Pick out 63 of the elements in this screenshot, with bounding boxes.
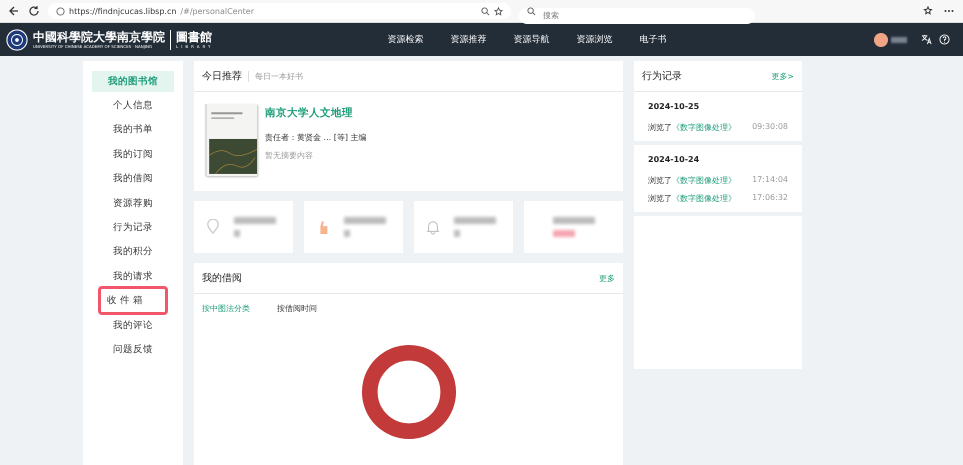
activity-time: 17:14:04 [752,175,788,186]
blurred-text [454,230,460,237]
sidebar-item[interactable]: 个人信息 [92,95,174,116]
avatar[interactable] [874,32,888,46]
emblem-icon [6,28,28,50]
address-bar[interactable]: https://findnjcucas.libsp.cn /#/personalCenter [48,3,511,19]
translate-icon[interactable] [921,34,932,45]
book-author: 责任者：黄贤金 ... [等] 主编 [265,132,366,143]
blurred-text [344,217,386,224]
favorites-icon[interactable] [923,5,935,17]
nav-link[interactable]: 资源检索 [387,33,424,46]
logo-title: 中國科學院大學南京學院 [33,30,165,42]
card-title: 行为记录 [642,70,682,83]
blurred-text [234,230,240,237]
activity-text: 浏览了《数字图像处理》 [648,193,736,204]
sidebar-item[interactable]: 我的订阅 [92,144,174,165]
card-title: 今日推荐 [202,70,242,83]
book-abstract: 暂无摘要内容 [265,150,314,161]
search-icon [527,6,536,16]
blurred-username [891,36,907,42]
book-link[interactable]: 《数字图像处理》 [672,194,736,203]
bell-icon [426,219,440,235]
blurred-text [552,217,594,224]
sidebar-item[interactable]: 行为记录 [92,217,174,238]
more-link[interactable]: 更多> [771,70,794,82]
activity-time: 17:06:32 [752,193,788,204]
sidebar-item[interactable]: 我的请求 [92,266,174,287]
sidebar-item[interactable]: 我的书单 [92,119,174,140]
sidebar-item[interactable]: 资源荐购 [92,192,174,214]
sidebar-item[interactable]: 我的积分 [92,241,174,262]
book-link[interactable]: 《数字图像处理》 [672,176,736,185]
help-icon[interactable] [939,34,950,45]
sidebar-item[interactable]: 我的评论 [92,314,174,336]
activity-date: 2024-10-25 [648,102,700,111]
activity-text: 浏览了《数字图像处理》 [648,122,736,133]
sidebar-item[interactable]: 收 件 箱 [98,286,168,316]
blurred-text [234,217,276,224]
card-subtitle: 每日一本好书 [248,70,303,82]
card-title: 我的借阅 [202,272,242,285]
sidebar-item[interactable]: 我的借阅 [92,168,174,190]
zoom-icon[interactable] [481,6,490,16]
back-icon[interactable] [8,5,20,17]
nav-link[interactable]: 资源浏览 [576,33,612,46]
more-link[interactable]: 更多 [599,272,615,284]
star-icon[interactable] [494,6,503,16]
chart-tab[interactable]: 按借阅时间 [277,303,317,314]
nav-link[interactable]: 资源导航 [513,33,550,46]
nav-link[interactable]: 电子书 [639,33,666,46]
chart-tab[interactable]: 按中图法分类 [202,303,250,314]
activity-date: 2024-10-24 [648,155,700,164]
library-title: 圖書館 [176,30,213,42]
sidebar-item[interactable]: 问题反馈 [92,338,174,360]
activity-text: 浏览了《数字图像处理》 [648,175,736,186]
activity-time: 09:30:08 [752,122,788,133]
search-field[interactable]: 搜索 [519,8,755,24]
book-title[interactable]: 南京大学人文地理 [265,106,366,120]
book-link[interactable]: 《数字图像处理》 [672,123,736,132]
nav-link[interactable]: 资源推荐 [450,33,486,46]
location-icon [206,219,220,235]
reload-icon[interactable] [28,5,40,17]
blurred-text [454,217,496,224]
blurred-text [552,230,574,237]
blurred-text [344,230,350,237]
